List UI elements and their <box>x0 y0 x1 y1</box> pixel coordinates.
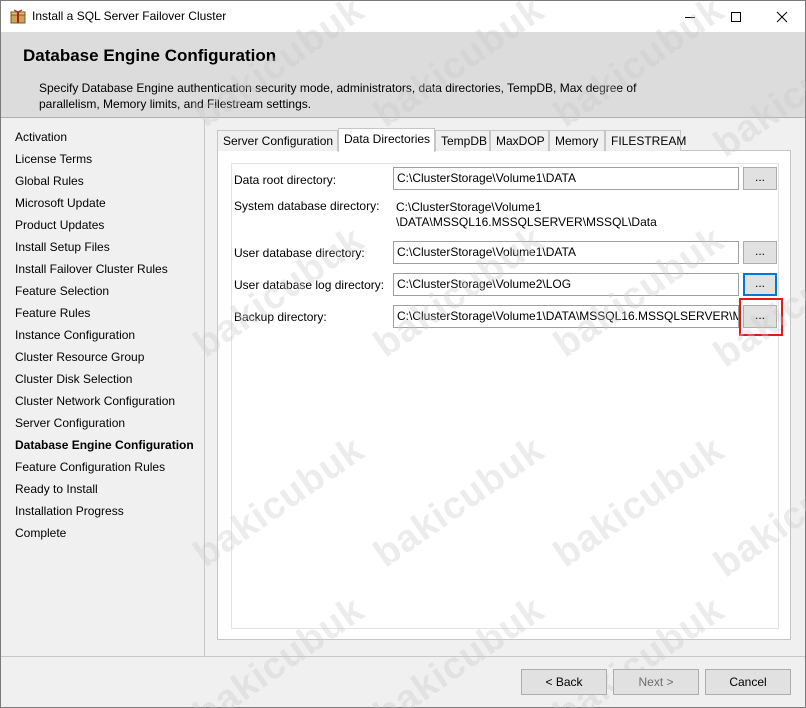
tab-maxdop[interactable]: MaxDOP <box>490 130 549 151</box>
tab-data-directories[interactable]: Data Directories <box>338 128 435 152</box>
sidebar-item-complete[interactable]: Complete <box>15 526 66 540</box>
page-header: Database Engine Configuration Specify Da… <box>1 32 805 118</box>
data-root-input[interactable]: C:\ClusterStorage\Volume1\DATA <box>393 167 739 190</box>
maximize-icon <box>731 11 741 22</box>
user-db-log-browse-button[interactable]: ... <box>743 273 777 296</box>
tab-tempdb[interactable]: TempDB <box>435 130 490 151</box>
directories-group <box>231 163 779 629</box>
close-icon <box>776 11 788 22</box>
sidebar-item-feature-rules[interactable]: Feature Rules <box>15 306 90 320</box>
sidebar-item-cluster-network-configuration[interactable]: Cluster Network Configuration <box>15 394 175 408</box>
footer-separator <box>1 656 805 657</box>
system-db-value-line1: C:\ClusterStorage\Volume1 <box>396 200 542 214</box>
backup-label: Backup directory: <box>234 310 327 324</box>
sidebar-item-license-terms[interactable]: License Terms <box>15 152 92 166</box>
sidebar-item-install-setup-files[interactable]: Install Setup Files <box>15 240 110 254</box>
minimize-button[interactable] <box>667 1 713 32</box>
user-db-log-input[interactable]: C:\ClusterStorage\Volume2\LOG <box>393 273 739 296</box>
cancel-button[interactable]: Cancel <box>705 669 791 695</box>
sidebar-item-feature-selection[interactable]: Feature Selection <box>15 284 109 298</box>
user-db-label: User database directory: <box>234 246 365 260</box>
sidebar-item-database-engine-configuration[interactable]: Database Engine Configuration <box>15 438 194 452</box>
sidebar-item-feature-configuration-rules[interactable]: Feature Configuration Rules <box>15 460 165 474</box>
data-root-browse-button[interactable]: ... <box>743 167 777 190</box>
sidebar-item-server-configuration[interactable]: Server Configuration <box>15 416 125 430</box>
backup-input[interactable]: C:\ClusterStorage\Volume1\DATA\MSSQL16.M… <box>393 305 739 328</box>
tab-server-configuration[interactable]: Server Configuration <box>217 130 338 151</box>
data-root-label: Data root directory: <box>234 173 337 187</box>
highlight-annotation <box>739 298 783 336</box>
sidebar-item-product-updates[interactable]: Product Updates <box>15 218 104 232</box>
user-db-log-label: User database log directory: <box>234 278 385 292</box>
maximize-button[interactable] <box>713 1 759 32</box>
sidebar-item-install-failover-cluster-rules[interactable]: Install Failover Cluster Rules <box>15 262 168 276</box>
tab-filestream[interactable]: FILESTREAM <box>605 130 686 151</box>
sidebar-item-cluster-resource-group[interactable]: Cluster Resource Group <box>15 350 144 364</box>
system-db-label: System database directory: <box>234 199 380 213</box>
page-description: Specify Database Engine authentication s… <box>39 81 637 111</box>
user-db-input[interactable]: C:\ClusterStorage\Volume1\DATA <box>393 241 739 264</box>
sidebar-item-microsoft-update[interactable]: Microsoft Update <box>15 196 106 210</box>
user-db-browse-button[interactable]: ... <box>743 241 777 264</box>
installer-window: Install a SQL Server Failover Cluster Da… <box>0 0 806 708</box>
sidebar-item-instance-configuration[interactable]: Instance Configuration <box>15 328 135 342</box>
window-title: Install a SQL Server Failover Cluster <box>32 9 227 23</box>
sidebar-item-ready-to-install[interactable]: Ready to Install <box>15 482 98 496</box>
title-bar: Install a SQL Server Failover Cluster <box>1 1 805 32</box>
system-db-value-line2: \DATA\MSSQL16.MSSQLSERVER\MSSQL\Data <box>396 215 657 229</box>
page-title: Database Engine Configuration <box>23 46 277 65</box>
sidebar-item-cluster-disk-selection[interactable]: Cluster Disk Selection <box>15 372 132 386</box>
system-db-value: C:\ClusterStorage\Volume1 \DATA\MSSQL16.… <box>396 200 657 230</box>
sidebar-item-global-rules[interactable]: Global Rules <box>15 174 84 188</box>
next-button[interactable]: Next > <box>613 669 699 695</box>
close-button[interactable] <box>759 1 805 32</box>
sql-setup-box-icon <box>10 9 26 24</box>
sidebar-item-activation[interactable]: Activation <box>15 130 67 144</box>
tab-memory[interactable]: Memory <box>549 130 605 151</box>
minimize-icon <box>685 16 695 18</box>
back-button[interactable]: < Back <box>521 669 607 695</box>
sidebar-item-installation-progress[interactable]: Installation Progress <box>15 504 124 518</box>
